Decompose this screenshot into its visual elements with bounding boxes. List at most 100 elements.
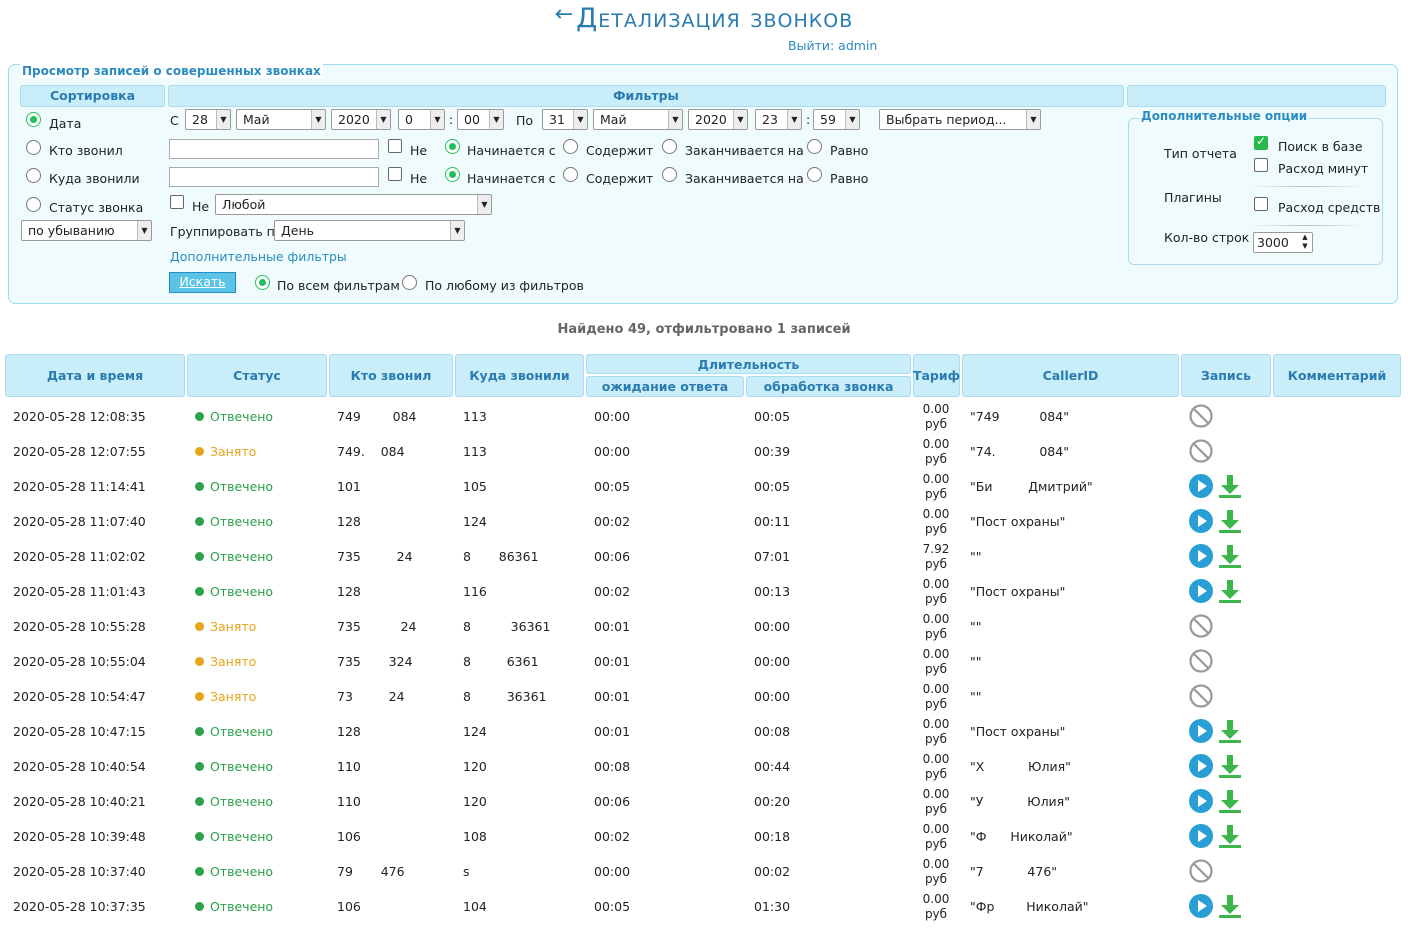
play-icon[interactable]: [1188, 823, 1214, 849]
to-hour-select[interactable]: 23 ▼: [755, 109, 802, 130]
col-tariff[interactable]: Тариф: [913, 354, 960, 397]
status-select-value: Любой: [222, 197, 266, 212]
play-icon[interactable]: [1188, 893, 1214, 919]
play-icon[interactable]: [1188, 753, 1214, 779]
col-caller[interactable]: Кто звонил: [329, 354, 453, 397]
rows-count-label: Кол-во строк: [1164, 230, 1250, 245]
play-icon[interactable]: [1188, 788, 1214, 814]
filter-panel-legend: Просмотр записей о совершенных звонках: [20, 64, 323, 78]
caller-radio-starts[interactable]: [445, 139, 460, 154]
col-datetime[interactable]: Дата и время: [5, 354, 185, 397]
cell-wait: 00:02: [594, 584, 631, 599]
from-day-select[interactable]: 28 ▼: [185, 109, 231, 130]
report-minutes-label: Расход минут: [1278, 161, 1369, 176]
callee-radio-starts[interactable]: [445, 167, 460, 182]
plugin-money-checkbox[interactable]: [1254, 197, 1268, 211]
col-callerid[interactable]: CallerID: [962, 354, 1179, 397]
from-hour-select[interactable]: 0 ▼: [398, 109, 445, 130]
cell-callerid: "": [970, 654, 982, 669]
download-icon[interactable]: [1217, 753, 1243, 779]
play-icon[interactable]: [1188, 718, 1214, 744]
options-legend: Дополнительные опции: [1139, 109, 1310, 123]
from-year-select[interactable]: 2020 ▼: [331, 109, 391, 130]
cell-status: Отвечено: [195, 469, 273, 504]
rows-count-input[interactable]: 3000 ▲ ▼: [1253, 232, 1313, 253]
tariff-unit: руб: [924, 802, 948, 816]
to-minute-select[interactable]: 59 ▼: [813, 109, 860, 130]
caller-radio-ends[interactable]: [662, 139, 677, 154]
play-icon[interactable]: [1188, 543, 1214, 569]
caller-radio-equals[interactable]: [807, 139, 822, 154]
spinner-icon[interactable]: ▲ ▼: [1298, 233, 1312, 252]
download-icon[interactable]: [1217, 893, 1243, 919]
cell-caller: 110: [337, 794, 361, 809]
callee-radio-ends[interactable]: [662, 167, 677, 182]
tariff-value: 0.00: [922, 647, 950, 661]
play-icon[interactable]: [1188, 508, 1214, 534]
callee-not-checkbox[interactable]: [388, 167, 402, 181]
period-select-value: Выбрать период...: [886, 112, 1007, 127]
period-select[interactable]: Выбрать период... ▼: [879, 109, 1041, 130]
caller-radio-contains[interactable]: [563, 139, 578, 154]
sort-radio-status[interactable]: [26, 197, 41, 212]
status-not-checkbox[interactable]: [170, 195, 184, 209]
caller-filter-input[interactable]: [169, 139, 379, 159]
col-status[interactable]: Статус: [187, 354, 327, 397]
tariff-unit: руб: [924, 732, 948, 746]
play-icon[interactable]: [1188, 473, 1214, 499]
cell-callee: 8 36361: [463, 689, 547, 704]
status-select[interactable]: Любой ▼: [215, 194, 492, 215]
download-icon[interactable]: [1217, 718, 1243, 744]
col-talk[interactable]: обработка звонка: [746, 376, 911, 397]
from-month-select[interactable]: Май ▼: [236, 109, 326, 130]
sort-radio-date[interactable]: [26, 112, 41, 127]
status-text: Отвечено: [210, 829, 274, 844]
mode-radio-all[interactable]: [255, 275, 270, 290]
download-icon[interactable]: [1217, 508, 1243, 534]
search-button[interactable]: Искать: [169, 272, 236, 293]
download-icon[interactable]: [1217, 823, 1243, 849]
download-icon[interactable]: [1217, 578, 1243, 604]
logout-link[interactable]: Выйти: admin: [788, 38, 877, 53]
cell-datetime: 2020-05-28 10:55:04: [13, 654, 146, 669]
chevron-down-icon: ▼: [489, 110, 503, 129]
cell-tariff: 0.00 руб: [913, 437, 959, 467]
callee-radio-equals[interactable]: [807, 167, 822, 182]
status-dot-icon: [195, 902, 204, 911]
back-arrow-icon[interactable]: ←: [555, 2, 574, 27]
from-hour-value: 0: [405, 112, 413, 127]
status-dot-icon: [195, 657, 204, 666]
to-day-select[interactable]: 31 ▼: [542, 109, 588, 130]
col-callee[interactable]: Куда звонили: [455, 354, 584, 397]
cell-callerid: "Би Дмитрий": [970, 479, 1093, 494]
no-record-icon: [1188, 683, 1214, 709]
download-icon[interactable]: [1217, 473, 1243, 499]
time-separator: :: [806, 112, 811, 127]
sort-radio-caller[interactable]: [26, 140, 41, 155]
sort-radio-callee[interactable]: [26, 168, 41, 183]
table-row: 2020-05-28 12:08:35 Отвечено 749 084 113 00:…: [0, 399, 1408, 434]
caller-label-ends: Заканчивается на: [685, 143, 804, 158]
mode-radio-any[interactable]: [402, 275, 417, 290]
play-icon[interactable]: [1188, 578, 1214, 604]
col-wait[interactable]: ожидание ответа: [586, 376, 744, 397]
to-hour-value: 23: [762, 112, 778, 127]
report-minutes-checkbox[interactable]: [1254, 158, 1268, 172]
table-row: 2020-05-28 10:55:28 Занято 735 24 8 36361 00…: [0, 609, 1408, 644]
download-icon[interactable]: [1217, 543, 1243, 569]
extra-filters-link[interactable]: Дополнительные фильтры: [170, 249, 347, 264]
to-month-select[interactable]: Май ▼: [593, 109, 683, 130]
cell-caller: 73 24: [337, 689, 405, 704]
callee-filter-input[interactable]: [169, 167, 379, 187]
chevron-down-icon: ▼: [137, 221, 151, 240]
cell-callerid: "": [970, 549, 982, 564]
sort-order-select[interactable]: по убыванию ▼: [21, 220, 152, 241]
from-minute-select[interactable]: 00 ▼: [457, 109, 504, 130]
download-icon[interactable]: [1217, 788, 1243, 814]
group-by-select[interactable]: День ▼: [274, 220, 465, 241]
caller-not-checkbox[interactable]: [388, 139, 402, 153]
report-db-checkbox[interactable]: [1254, 134, 1268, 150]
chevron-down-icon: ▼: [845, 110, 859, 129]
callee-radio-contains[interactable]: [563, 167, 578, 182]
to-year-select[interactable]: 2020 ▼: [688, 109, 748, 130]
